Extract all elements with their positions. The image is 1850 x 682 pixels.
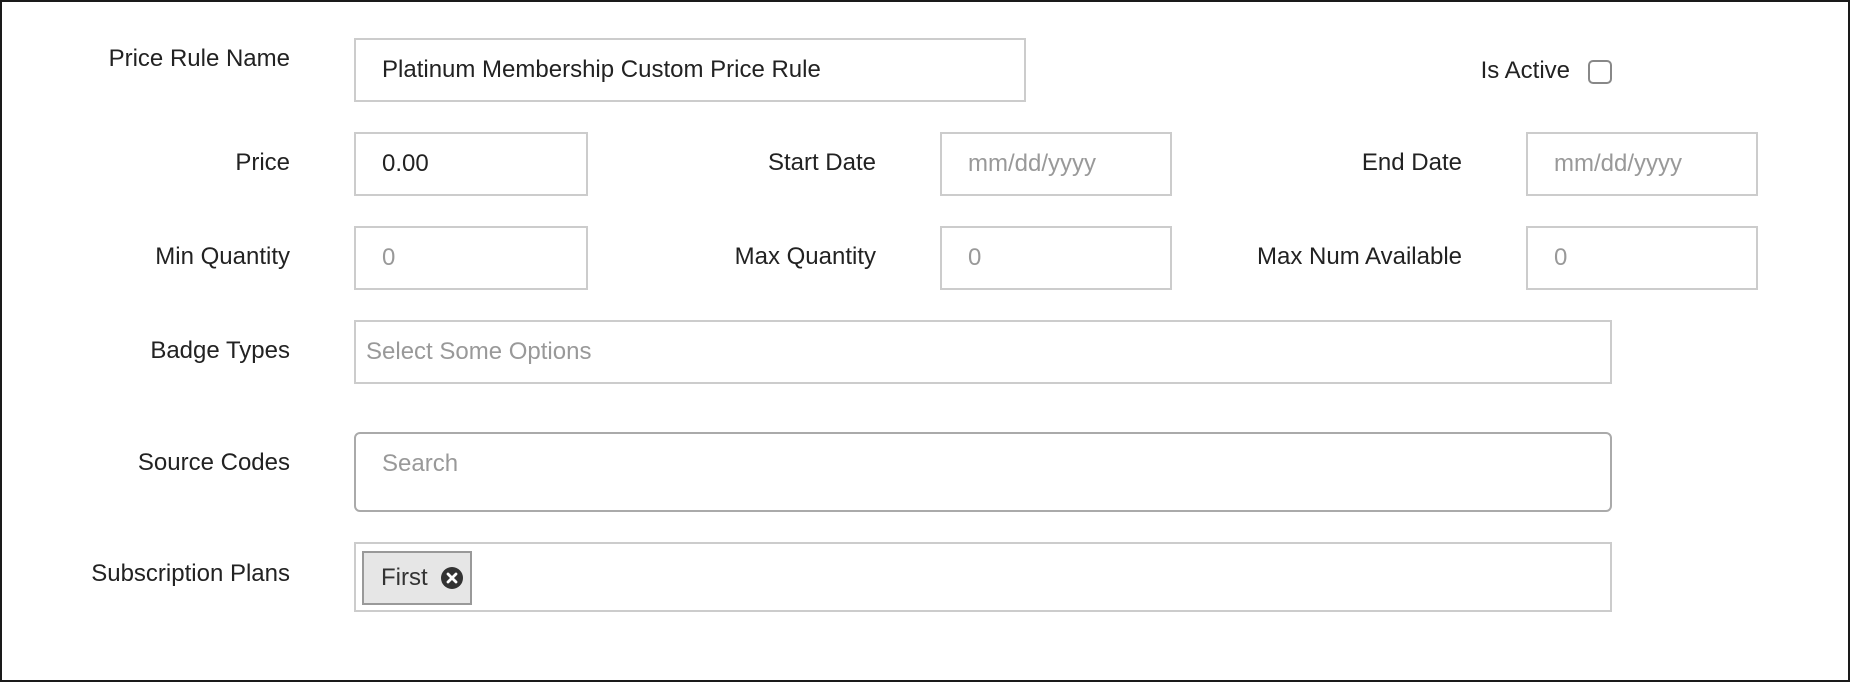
- max-num-available-input[interactable]: 0: [1526, 226, 1758, 290]
- max-quantity-input[interactable]: 0: [940, 226, 1172, 290]
- end-date-label: End Date: [1361, 149, 1462, 176]
- price-label: Price: [235, 149, 290, 176]
- badge-types-placeholder: Select Some Options: [366, 338, 592, 365]
- price-value: 0.00: [382, 150, 429, 177]
- end-date-input[interactable]: mm/dd/yyyy: [1526, 132, 1758, 196]
- max-num-available-placeholder: 0: [1554, 244, 1568, 271]
- subscription-plans-label: Subscription Plans: [91, 560, 290, 587]
- end-date-placeholder: mm/dd/yyyy: [1554, 150, 1683, 177]
- is-active-checkbox[interactable]: [1588, 60, 1612, 84]
- price-rule-form: Price Rule Name Platinum Membership Cust…: [0, 0, 1850, 682]
- start-date-placeholder: mm/dd/yyyy: [968, 150, 1097, 177]
- price-input[interactable]: 0.00: [354, 132, 588, 196]
- source-codes-search-input[interactable]: Search: [354, 432, 1612, 512]
- max-quantity-placeholder: 0: [968, 244, 982, 271]
- max-quantity-label: Max Quantity: [734, 243, 876, 270]
- source-codes-placeholder: Search: [382, 450, 459, 477]
- subscription-plans-select[interactable]: First: [354, 542, 1612, 612]
- price-rule-name-label: Price Rule Name: [108, 45, 290, 72]
- subscription-plan-tag-label: First: [381, 564, 428, 591]
- subscription-plan-tag: First: [362, 551, 472, 605]
- price-rule-name-value: Platinum Membership Custom Price Rule: [382, 56, 821, 83]
- min-quantity-label: Min Quantity: [155, 243, 290, 270]
- remove-circle-icon[interactable]: [440, 566, 464, 590]
- is-active-label: Is Active: [1480, 57, 1570, 84]
- start-date-label: Start Date: [767, 149, 876, 176]
- max-num-available-label: Max Num Available: [1257, 243, 1462, 270]
- badge-types-select[interactable]: Select Some Options: [354, 320, 1612, 384]
- price-rule-name-input[interactable]: Platinum Membership Custom Price Rule: [354, 38, 1026, 102]
- min-quantity-input[interactable]: 0: [354, 226, 588, 290]
- badge-types-label: Badge Types: [150, 337, 290, 364]
- source-codes-label: Source Codes: [137, 449, 290, 476]
- start-date-input[interactable]: mm/dd/yyyy: [940, 132, 1172, 196]
- min-quantity-placeholder: 0: [382, 244, 396, 271]
